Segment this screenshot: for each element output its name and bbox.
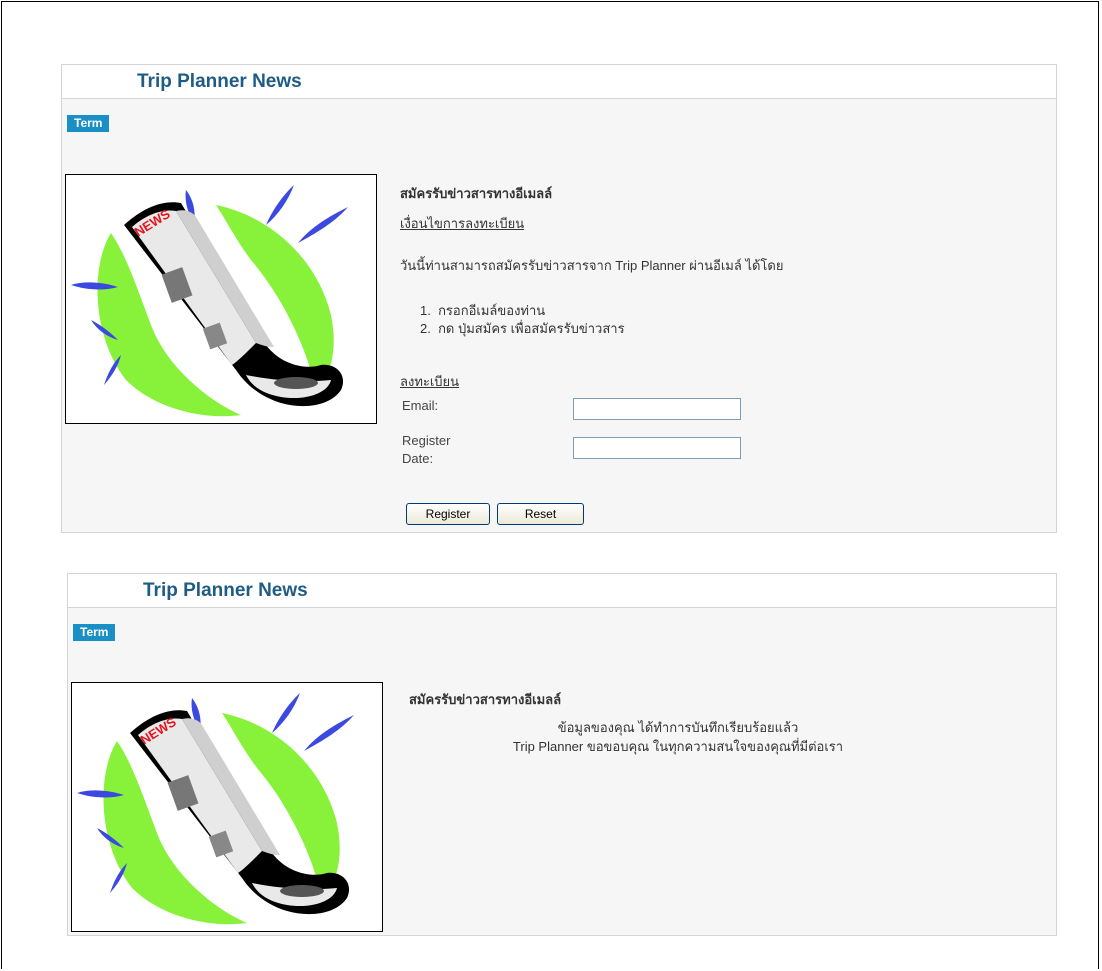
term-tab[interactable]: Term (67, 115, 110, 132)
panel-title: Trip Planner News (137, 71, 302, 92)
section-heading: สมัครรับข่าวสารทางอีเมลล์ (400, 186, 553, 201)
registration-panel: Trip Planner News Term NEWS สมัครรับข่าว… (61, 64, 1057, 533)
term-tab[interactable]: Term (73, 624, 116, 641)
email-label: Email: (402, 398, 439, 413)
section-heading: สมัครรับข่าวสารทางอีเมลล์ (409, 692, 562, 707)
newspaper-image: NEWS (71, 682, 383, 932)
intro-text: วันนี้ท่านสามารถสมัครรับข่าวสารจาก Trip … (400, 258, 784, 273)
register-date-label-line2: Date: (402, 451, 434, 466)
register-date-input[interactable] (573, 437, 741, 459)
confirmation-message-line1: ข้อมูลของคุณ ได้ทำการบันทึกเรียบร้อยแล้ว (557, 720, 799, 735)
panel-header: Trip Planner News (62, 65, 1056, 99)
register-button[interactable]: Register (406, 503, 490, 525)
reset-button[interactable]: Reset (497, 503, 584, 525)
register-section-link[interactable]: ลงทะเบียน (400, 371, 459, 392)
panel-header: Trip Planner News (68, 574, 1056, 608)
panel-title: Trip Planner News (143, 580, 308, 601)
newspaper-image: NEWS (65, 174, 377, 424)
terms-link[interactable]: เงื่อนไขการลงทะเบียน (400, 213, 524, 234)
email-input[interactable] (573, 398, 741, 420)
confirmation-panel: Trip Planner News Term NEWS สมัครรับข่าว… (67, 573, 1057, 936)
confirmation-message-line2: Trip Planner ขอขอบคุณ ในทุกความสนใจของคุ… (512, 739, 844, 754)
step-2: 2. กด ปุ่มสมัคร เพื่อสมัครรับข่าวสาร (420, 321, 625, 336)
register-date-label-line1: Register (402, 433, 451, 448)
